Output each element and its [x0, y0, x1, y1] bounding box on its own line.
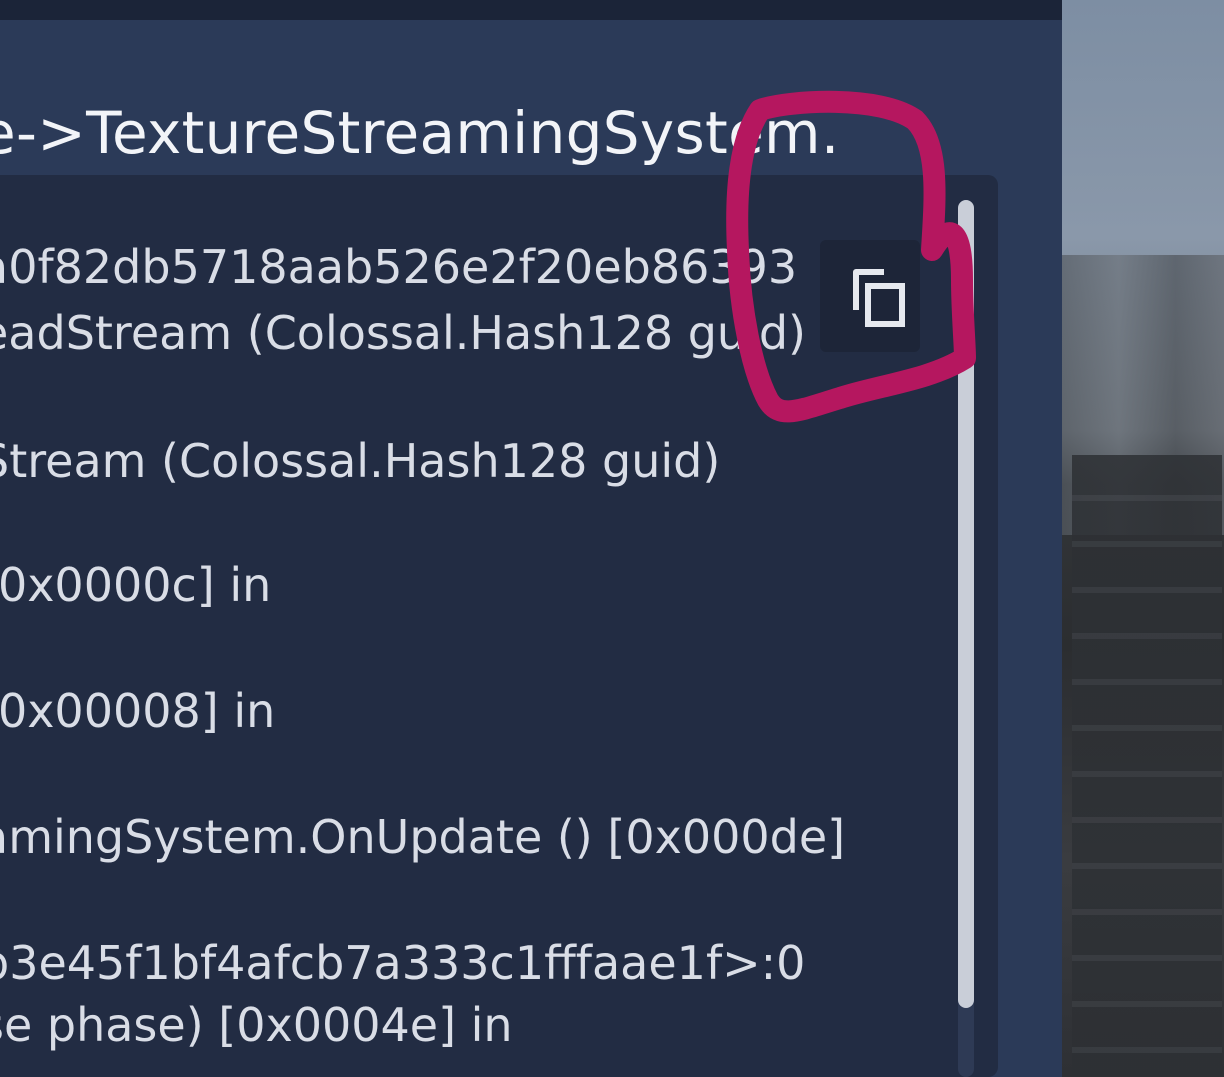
- log-line: [0x0000c] in: [0, 558, 272, 612]
- scrollbar-thumb[interactable]: [958, 200, 974, 1008]
- log-line: a0f82db5718aab526e2f20eb86393: [0, 240, 798, 294]
- copy-icon[interactable]: [850, 262, 910, 332]
- log-line: Stream (Colossal.Hash128 guid): [0, 434, 721, 488]
- top-bar: [0, 0, 1062, 20]
- background-scene: [1062, 0, 1224, 1077]
- log-line: se phase) [0x0004e] in: [0, 998, 513, 1052]
- panel-title: e->TextureStreamingSystem.: [0, 99, 840, 167]
- log-line: b3e45f1bf4afcb7a333c1fffaae1f>:0: [0, 936, 806, 990]
- log-line: eadStream (Colossal.Hash128 guid): [0, 306, 807, 360]
- log-line: [0x00008] in: [0, 684, 276, 738]
- log-line: amingSystem.OnUpdate () [0x000de]: [0, 810, 846, 864]
